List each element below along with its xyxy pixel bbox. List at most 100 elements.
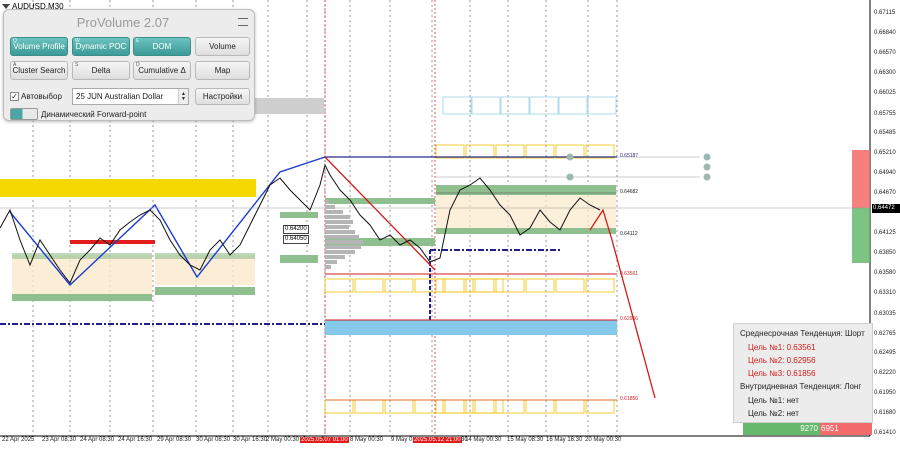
price-tick-label: 0.66840 — [874, 30, 896, 36]
time-tick-label: 30 Apr 08:30 — [196, 437, 231, 443]
box-outline — [585, 399, 615, 414]
volume-profile-bar — [325, 215, 350, 219]
time-tick-label: 16 May 16:30 — [546, 437, 583, 443]
green-zone — [436, 185, 616, 195]
box-outline — [495, 399, 525, 414]
box-outline — [354, 399, 384, 414]
volume-profile-bar — [325, 255, 345, 259]
box-outline — [354, 278, 384, 293]
green-zone — [155, 287, 255, 295]
box-outline — [555, 278, 585, 293]
box-outline — [555, 399, 585, 414]
green-zone — [325, 198, 435, 204]
price-tick-label: 0.65485 — [874, 130, 896, 136]
checkbox-check-icon[interactable]: ✓ — [10, 92, 19, 101]
box-outline — [585, 278, 615, 293]
price-tick-label: 0.67115 — [874, 10, 896, 16]
delta-button[interactable]: S Delta — [72, 61, 130, 80]
price-tag-box: 0.64050 — [283, 235, 309, 244]
volume-profile-bar — [325, 225, 349, 229]
mid-trend-label: Среднесрочная Тенденция: Шорт — [740, 329, 865, 338]
box-outline — [384, 278, 414, 293]
volume-profile-bar — [325, 240, 363, 244]
box-outline — [587, 96, 617, 115]
volume-balance-bar: 9270 6951 — [743, 423, 872, 435]
time-tick-label: 9 May 0 — [391, 437, 413, 443]
volume-profile-bar — [325, 250, 355, 254]
cumulative-delta-button[interactable]: D Cumulative Δ — [133, 61, 191, 80]
volume-profile-bar — [325, 230, 355, 234]
box-outline — [435, 399, 465, 414]
box-outline — [585, 144, 615, 159]
price-tag-box: 0.64200 — [283, 225, 309, 234]
level-label: 0.65187 — [620, 153, 639, 159]
level-label: 0.64682 — [620, 189, 639, 195]
cluster-search-button[interactable]: A Cluster Search — [10, 61, 68, 80]
green-zone — [12, 294, 152, 301]
price-tick-label: 0.63035 — [874, 311, 896, 317]
price-tick-label: 0.65755 — [874, 111, 896, 117]
toggle-switch[interactable] — [10, 108, 38, 120]
box-outline — [525, 144, 555, 159]
box-outline — [529, 96, 559, 115]
time-tick-label: 29 Apr 08:30 — [157, 437, 192, 443]
level-marker — [566, 173, 574, 181]
volume-profile-bar — [325, 265, 331, 269]
volume-profile-button[interactable]: Q Volume Profile — [10, 37, 68, 56]
forward-point-label: Динамический Forward-point — [41, 109, 147, 119]
forward-point-toggle[interactable]: Динамический Forward-point — [10, 108, 146, 120]
price-tick-label: 0.62765 — [874, 331, 896, 337]
time-tick-label: 8 May 00:30 — [350, 437, 384, 443]
level-label: 0.61856 — [620, 396, 639, 402]
box-outline — [471, 96, 501, 115]
panel-title: ProVolume 2.07 — [76, 15, 170, 30]
intraday-target-1: Цель №1: нет — [748, 396, 799, 405]
dom-button[interactable]: E DOM — [133, 37, 191, 56]
price-tick-label: 0.61680 — [874, 410, 896, 416]
dynamic-poc-button[interactable]: W Dynamic POC — [72, 37, 130, 56]
box-outline — [474, 399, 504, 414]
volume-profile-bar — [325, 200, 329, 204]
box-outline — [435, 278, 465, 293]
chart-window[interactable]: AUDUSD,M30 ProVolume 2.07 Q Volume Profil… — [0, 0, 900, 449]
sell-volume: 6951 — [820, 423, 872, 435]
price-tick-label: 0.64125 — [874, 230, 896, 236]
map-button[interactable]: Map — [195, 61, 250, 80]
price-tick-label: 0.62495 — [874, 350, 896, 356]
volume-button[interactable]: Volume — [195, 37, 250, 56]
level-label: 0.64112 — [620, 231, 638, 237]
box-outline — [474, 278, 504, 293]
level-marker — [703, 163, 711, 171]
time-tick-label: 2025.05.12 21:00 — [413, 437, 462, 443]
minimize-icon[interactable] — [238, 18, 248, 26]
instrument-select[interactable]: 25 JUN Australian Dollar ▲ ▼ — [72, 88, 189, 105]
volume-profile-bar — [325, 220, 353, 224]
buy-volume: 9270 — [743, 423, 820, 435]
level-label: 0.62956 — [620, 316, 639, 322]
box-outline — [500, 96, 530, 115]
box-outline — [525, 399, 555, 414]
auto-select-checkbox[interactable]: ✓ Автовыбор — [10, 92, 62, 101]
level-marker — [703, 153, 711, 161]
price-tick-label: 0.63310 — [874, 290, 896, 296]
time-tick-label: 24 Apr 16:30 — [118, 437, 153, 443]
green-zone — [280, 212, 318, 218]
time-tick-label: 2025.05.07 01:00 — [300, 437, 349, 443]
spinner-arrows-icon[interactable]: ▲ ▼ — [178, 89, 188, 104]
box-outline — [525, 278, 555, 293]
settings-button[interactable]: Настройки — [195, 88, 250, 105]
volume-profile-bar — [325, 260, 337, 264]
box-outline — [414, 399, 444, 414]
box-outline — [444, 278, 474, 293]
target-1: Цель №1: 0.63561 — [748, 343, 816, 352]
dom-buy — [852, 208, 870, 263]
trend-info-box: Среднесрочная Тенденция: Шорт Цель №1: 0… — [733, 323, 873, 423]
time-tick-label: 15 May 08:30 — [507, 437, 544, 443]
auto-select-label: Автовыбор — [21, 92, 62, 101]
price-tick-label: 0.64940 — [874, 170, 896, 176]
price-tick-label: 0.62220 — [874, 370, 896, 376]
price-tick-label: 0.65210 — [874, 150, 896, 156]
forecast-line — [589, 208, 656, 399]
time-tick-label: 22 Apr 2025 — [2, 437, 35, 443]
box-outline — [495, 144, 525, 159]
